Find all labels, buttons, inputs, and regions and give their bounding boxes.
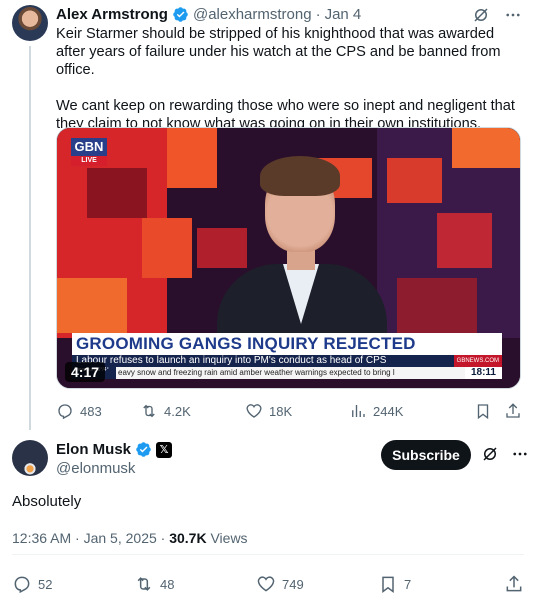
post-top-actions: [481, 445, 529, 463]
ticker-text: eavy snow and freezing rain amid amber w…: [118, 368, 395, 377]
author-name[interactable]: Alex Armstrong: [56, 6, 168, 23]
bookmark-icon[interactable]: [474, 402, 492, 420]
separator-dot: ·: [315, 5, 321, 23]
author-avatar[interactable]: [12, 440, 48, 476]
share-icon[interactable]: [504, 402, 522, 420]
quoted-post[interactable]: Alex Armstrong @alexharmstrong · Jan 4 K…: [0, 0, 536, 430]
video-player[interactable]: GBN LIVE GROOMING GANGS INQUIRY REJECTED…: [56, 127, 521, 389]
reply-count: 483: [80, 403, 102, 419]
video-duration: 4:17: [65, 362, 106, 382]
post-header: Alex Armstrong @alexharmstrong · Jan 4: [56, 4, 361, 24]
logo-text: GBN: [71, 138, 107, 156]
share-button[interactable]: [504, 574, 524, 594]
grok-icon[interactable]: [472, 6, 490, 24]
channel-logo: GBN LIVE: [71, 138, 107, 168]
reply-count: 52: [38, 576, 53, 592]
repost-icon: [140, 402, 158, 420]
views-button[interactable]: 244K: [349, 402, 461, 420]
like-count: 749: [282, 576, 304, 592]
verified-badge-icon: [135, 441, 152, 458]
post-actions-bar: 52 48 749 7: [12, 573, 524, 595]
reply-button[interactable]: 52: [12, 574, 134, 594]
main-post: Elon Musk 𝕏 @elonmusk Subscribe Absolute…: [0, 430, 536, 606]
repost-count: 4.2K: [164, 403, 191, 419]
bookmark-icon: [378, 574, 398, 594]
author-handle[interactable]: @alexharmstrong: [193, 6, 312, 23]
like-count: 18K: [269, 403, 293, 419]
post-paragraph: Keir Starmer should be stripped of his k…: [56, 26, 501, 78]
reply-icon: [12, 574, 32, 594]
views-count: 244K: [373, 403, 404, 419]
views-label: Views: [206, 530, 248, 546]
post-timestamp[interactable]: 12:36 AM · Jan 5, 2025 ·: [12, 530, 169, 546]
like-icon: [245, 402, 263, 420]
live-label: LIVE: [71, 156, 107, 166]
repost-count: 48: [160, 576, 175, 592]
post-meta: 12:36 AM · Jan 5, 2025 · 30.7K Views: [12, 530, 248, 546]
views-icon: [349, 402, 367, 420]
site-label: GBNEWS.COM: [453, 355, 502, 367]
repost-icon: [134, 574, 154, 594]
subline-text: Labour refuses to launch an inquiry into…: [76, 355, 387, 366]
divider: [12, 554, 524, 555]
post-top-actions: [472, 6, 522, 24]
bookmark-count: 7: [404, 576, 412, 592]
share-icon: [504, 574, 524, 594]
grok-icon[interactable]: [481, 445, 499, 463]
subscribe-button[interactable]: Subscribe: [381, 440, 471, 470]
like-button[interactable]: 749: [256, 574, 378, 594]
bookmark-button[interactable]: 7: [378, 574, 488, 594]
like-icon: [256, 574, 276, 594]
views-count: 30.7K: [169, 530, 207, 546]
author-handle[interactable]: @elonmusk: [56, 460, 135, 477]
reply-button[interactable]: 483: [56, 402, 140, 420]
affiliate-badge: 𝕏: [156, 441, 173, 458]
repost-button[interactable]: 4.2K: [140, 402, 245, 420]
post-date[interactable]: Jan 4: [325, 6, 362, 23]
thread-connector: [29, 46, 31, 430]
news-ticker: Dewsbury 6°/4° eavy snow and freezing ra…: [72, 367, 502, 379]
reply-icon: [56, 402, 74, 420]
video-headline: GROOMING GANGS INQUIRY REJECTED: [72, 333, 502, 355]
broadcast-clock: 18:11: [464, 367, 502, 379]
repost-button[interactable]: 48: [134, 574, 256, 594]
author-name[interactable]: Elon Musk: [56, 441, 131, 458]
video-subline: Labour refuses to launch an inquiry into…: [72, 355, 502, 367]
post-stats-bar: 483 4.2K 18K 244K: [56, 401, 522, 421]
more-icon[interactable]: [511, 445, 529, 463]
author-avatar[interactable]: [12, 5, 48, 41]
post-text: Absolutely: [12, 493, 82, 510]
verified-badge-icon: [172, 6, 189, 23]
like-button[interactable]: 18K: [245, 402, 349, 420]
author-name-row: Elon Musk 𝕏: [56, 441, 173, 458]
presenter-image: [217, 156, 387, 374]
more-icon[interactable]: [504, 6, 522, 24]
secondary-actions: [474, 402, 522, 420]
